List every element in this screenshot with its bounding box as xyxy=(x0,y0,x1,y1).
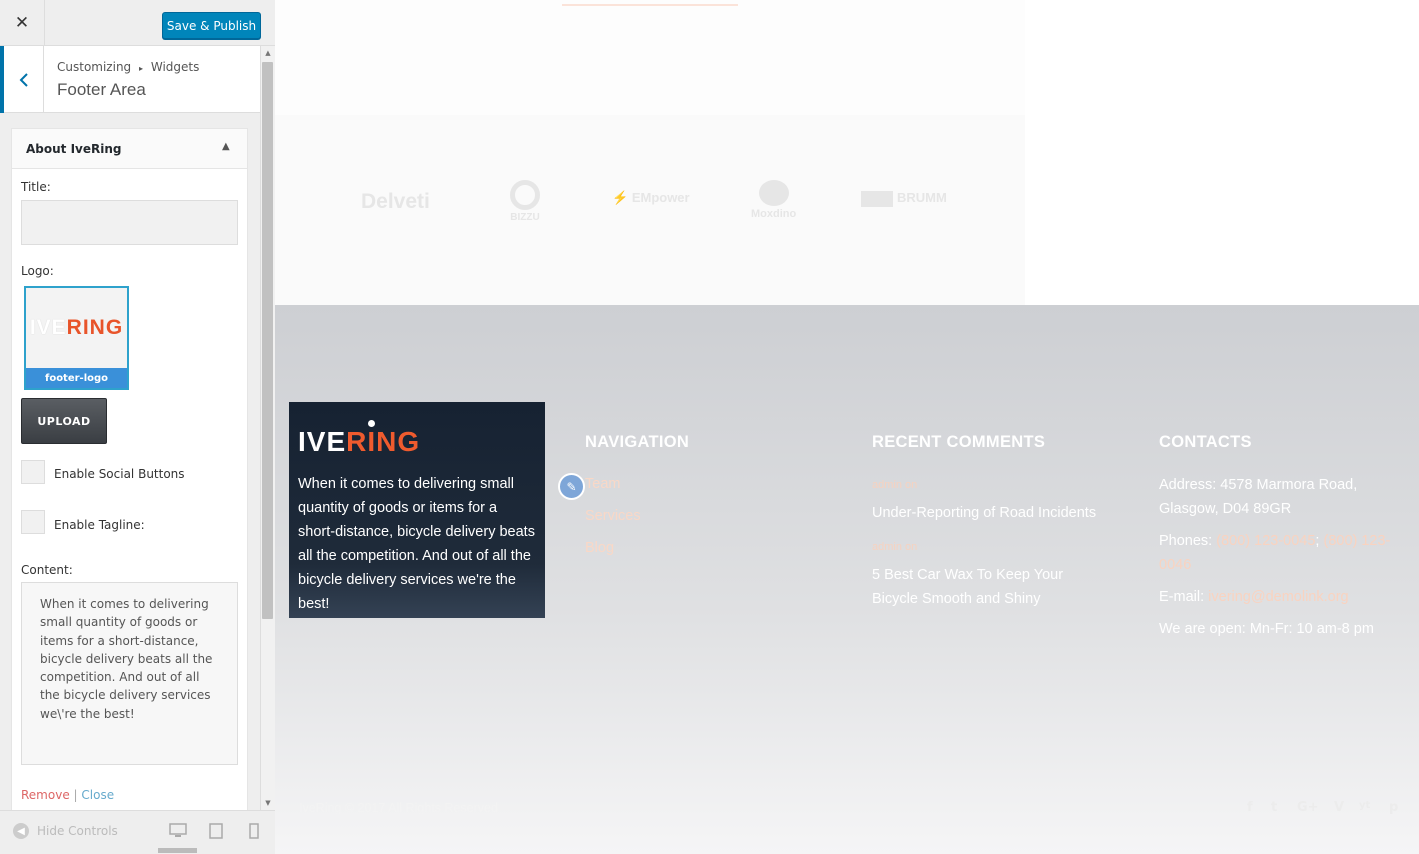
preview-top-section: Delveti BIZZU ⚡ EMpower Moxdino BRUMM xyxy=(275,0,1025,305)
remove-link[interactable]: Remove xyxy=(21,788,70,802)
footer-logo: IVERING xyxy=(298,420,536,460)
close-link[interactable]: Close xyxy=(81,788,114,802)
nav-link-services[interactable]: Services xyxy=(585,508,641,524)
phone-link[interactable]: (800) 123-0045 xyxy=(1216,533,1315,549)
section-title: Footer Area xyxy=(57,80,146,99)
social-buttons-checkbox[interactable] xyxy=(21,460,45,484)
footer-logo-ive: IVE xyxy=(298,426,347,457)
email-label: E-mail: xyxy=(1159,589,1209,605)
breadcrumb-separator: ▸ xyxy=(139,64,144,73)
scrollbar-thumb[interactable] xyxy=(262,62,273,619)
scroll-down-arrow-icon[interactable]: ▼ xyxy=(264,799,272,807)
google-plus-icon[interactable]: G+ xyxy=(1297,800,1319,815)
comment-post-link[interactable]: Under-Reporting of Road Incidents xyxy=(872,501,1112,525)
widget-about-ivering: About IveRing ▲ Title: Logo: IVE RING foo… xyxy=(11,128,248,810)
site-footer: IVERING When it comes to delivering smal… xyxy=(275,305,1419,854)
phones-label: Phones: xyxy=(1159,533,1217,549)
customizer-panel: ✕ Save & Publish Customizing ▸ Widgets F… xyxy=(0,0,275,854)
customizer-header: ✕ Save & Publish xyxy=(0,0,275,46)
scrollbar[interactable]: ▲ ▼ xyxy=(260,46,275,810)
logo-image: IVE RING xyxy=(26,288,127,368)
about-text: When it comes to delivering small quanti… xyxy=(298,476,535,612)
collapse-icon: ◀ xyxy=(13,823,29,839)
contact-address: Address: 4578 Marmora Road, Glasgow, D04… xyxy=(1159,477,1358,517)
content-label: Content: xyxy=(21,563,73,577)
logo-caption: footer-logo xyxy=(26,368,127,388)
actions-separator: | xyxy=(73,788,78,802)
comment-meta[interactable]: admin on xyxy=(872,479,917,491)
customizer-scroll-area: Customizing ▸ Widgets Footer Area About … xyxy=(0,46,260,810)
brand-logo: BIZZU xyxy=(509,180,541,223)
widget-actions: Remove | Close xyxy=(21,788,114,802)
accent-line xyxy=(562,4,738,6)
email-link[interactable]: ivering@demolink.org xyxy=(1208,589,1348,605)
brand-logo: BRUMM xyxy=(861,190,947,207)
tagline-checkbox[interactable] xyxy=(21,510,45,534)
brand-logo: Delveti xyxy=(361,190,430,213)
site-preview: Delveti BIZZU ⚡ EMpower Moxdino BRUMM IV… xyxy=(275,0,1419,854)
content-textarea[interactable]: When it comes to delivering small quanti… xyxy=(21,582,238,765)
breadcrumb-root: Customizing xyxy=(57,60,132,74)
comment-post-link[interactable]: 5 Best Car Wax To Keep Your Bicycle Smoo… xyxy=(872,563,1112,611)
close-icon[interactable]: ✕ xyxy=(0,0,45,46)
logo-thumbnail[interactable]: IVE RING footer-logo xyxy=(24,286,129,390)
breadcrumb: Customizing ▸ Widgets xyxy=(57,60,199,74)
brand-logo-text: Moxdino xyxy=(751,208,797,220)
hide-controls-label: Hide Controls xyxy=(37,824,118,838)
customizer-footer: ◀ Hide Controls xyxy=(0,810,275,854)
widget-title: About IveRing xyxy=(26,142,122,156)
collapse-arrow-icon[interactable]: ▲ xyxy=(222,141,230,152)
footer-logo-ring: RING xyxy=(346,426,421,457)
comment-meta[interactable]: admin on xyxy=(872,541,917,553)
logo-dot xyxy=(368,420,375,427)
section-header: Customizing ▸ Widgets Footer Area xyxy=(0,46,260,113)
nav-link-team[interactable]: Team xyxy=(585,476,620,492)
upload-button[interactable]: UPLOAD xyxy=(21,398,107,444)
brand-logo-text: EMpower xyxy=(631,190,690,205)
hide-controls-button[interactable]: ◀ Hide Controls xyxy=(13,823,118,839)
scroll-up-arrow-icon[interactable]: ▲ xyxy=(264,49,272,57)
contacts-heading: CONTACTS xyxy=(1159,433,1252,451)
navigation-heading: NAVIGATION xyxy=(585,433,690,451)
nav-link-blog[interactable]: Blog xyxy=(585,540,614,556)
logo-ring-text: RING xyxy=(66,316,124,339)
widget-header[interactable]: About IveRing ▲ xyxy=(12,129,247,169)
logo-label: Logo: xyxy=(21,264,54,278)
device-active-indicator xyxy=(158,848,197,853)
social-buttons-label: Enable Social Buttons xyxy=(54,467,185,481)
mobile-icon[interactable] xyxy=(249,823,267,839)
twitter-icon[interactable]: t xyxy=(1271,800,1277,815)
contact-hours: We are open: Mn-Fr: 10 am-8 pm xyxy=(1159,621,1374,637)
title-label: Title: xyxy=(21,180,51,194)
contact-email: E-mail: ivering@demolink.org xyxy=(1159,585,1399,609)
vimeo-icon[interactable]: V xyxy=(1334,800,1344,815)
tagline-label: Enable Tagline: xyxy=(54,518,145,532)
save-publish-button[interactable]: Save & Publish xyxy=(162,12,261,39)
brand-logo: Moxdino xyxy=(751,180,796,220)
tablet-icon[interactable] xyxy=(209,823,227,839)
logo-ive-text: IVE xyxy=(29,316,67,339)
youtube-icon[interactable]: yt xyxy=(1359,800,1370,811)
brand-logo-text: BIZZU xyxy=(510,212,540,223)
brand-logo-text: BRUMM xyxy=(897,190,947,205)
recent-comments-heading: RECENT COMMENTS xyxy=(872,433,1046,451)
breadcrumb-child: Widgets xyxy=(150,60,200,74)
edit-shortcut-icon[interactable]: ✎ xyxy=(558,473,585,500)
title-input[interactable] xyxy=(21,200,238,245)
back-arrow-icon[interactable] xyxy=(0,46,44,113)
facebook-icon[interactable]: f xyxy=(1247,800,1253,815)
contact-phones: Phones: (800) 123-0045; (800) 123-0046 xyxy=(1159,529,1399,577)
brand-logo: ⚡ EMpower xyxy=(612,190,690,205)
desktop-icon[interactable] xyxy=(169,823,187,839)
about-widget: IVERING When it comes to delivering smal… xyxy=(289,402,545,618)
pinterest-icon[interactable]: p xyxy=(1389,800,1398,815)
copyright-text: IveRing © 2017 All Rights Reserved xyxy=(299,801,498,815)
